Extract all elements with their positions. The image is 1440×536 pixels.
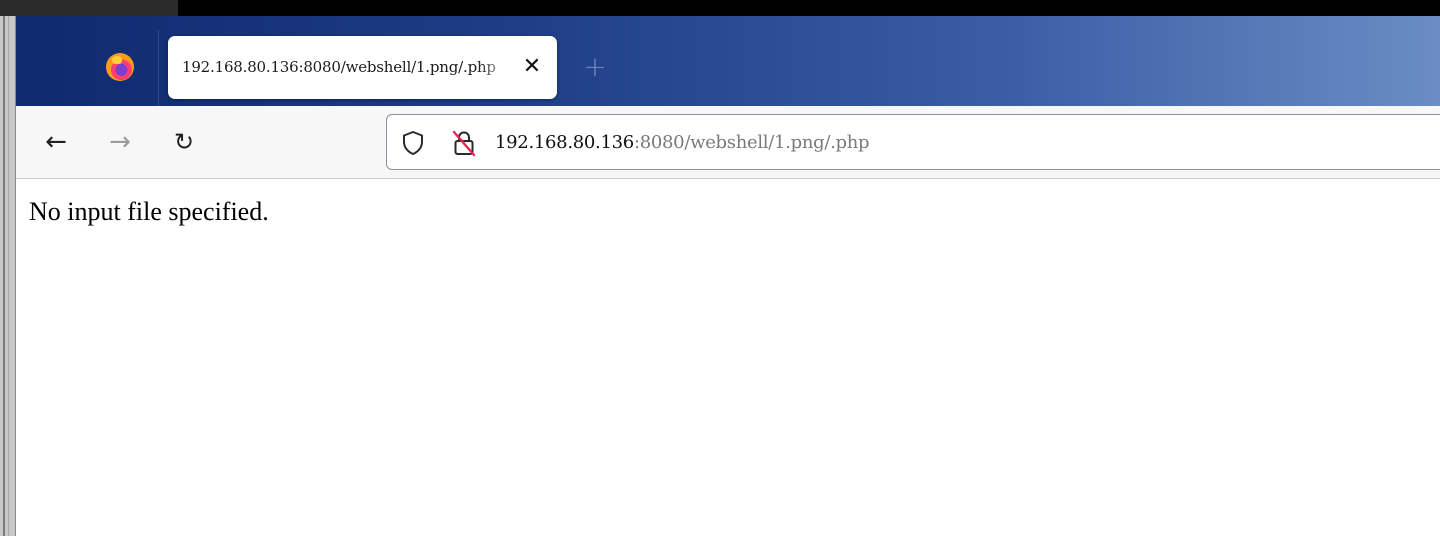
left-window-frame [0,16,16,536]
top-strip [0,0,1440,16]
tab-title: 192.168.80.136:8080/webshell/1.png/.php [182,58,496,76]
tab-separator [158,30,159,106]
tab-bar: 192.168.80.136:8080/webshell/1.png/.php … [16,16,1440,106]
reload-icon[interactable]: ↻ [168,126,200,158]
error-message: No input file specified. [29,197,269,226]
url-bar[interactable]: 192.168.80.136:8080/webshell/1.png/.php [386,114,1440,170]
page-content: No input file specified. [16,179,1440,536]
arrow-right-icon[interactable]: → [104,126,136,158]
arrow-left-icon[interactable]: ← [40,126,72,158]
frame-line [3,16,5,536]
plus-icon[interactable]: + [582,53,608,81]
firefox-icon[interactable] [106,53,134,81]
insecure-lock-icon[interactable] [451,129,477,157]
navigation-toolbar: ← → ↻ 192.168.80.136:8080/webshell/1.png… [16,106,1440,179]
url-path: :8080/webshell/1.png/.php [633,132,870,153]
browser-window: 192.168.80.136:8080/webshell/1.png/.php … [0,16,1440,536]
close-icon[interactable]: ✕ [521,56,543,78]
url-host: 192.168.80.136 [495,132,634,153]
url-text[interactable]: 192.168.80.136:8080/webshell/1.png/.php [495,132,870,153]
top-strip-segment [0,0,178,16]
tab-active[interactable]: 192.168.80.136:8080/webshell/1.png/.php … [168,36,557,99]
shield-icon[interactable] [400,130,426,156]
frame-line [8,16,9,536]
